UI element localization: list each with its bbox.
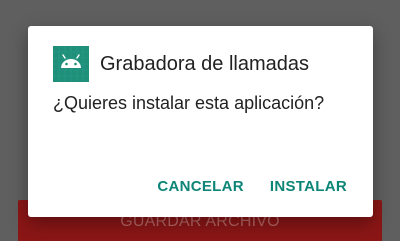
dialog-header: Grabadora de llamadas [53,46,309,82]
install-message: ¿Quieres instalar esta aplicación? [53,93,325,113]
android-icon [53,46,89,82]
cancel-button[interactable]: CANCELAR [157,178,244,195]
install-dialog: Grabadora de llamadas ¿Quieres instalar … [28,26,373,217]
dialog-actions: CANCELAR INSTALAR [157,178,347,195]
app-name: Grabadora de llamadas [100,52,310,75]
install-button[interactable]: INSTALAR [270,178,347,195]
